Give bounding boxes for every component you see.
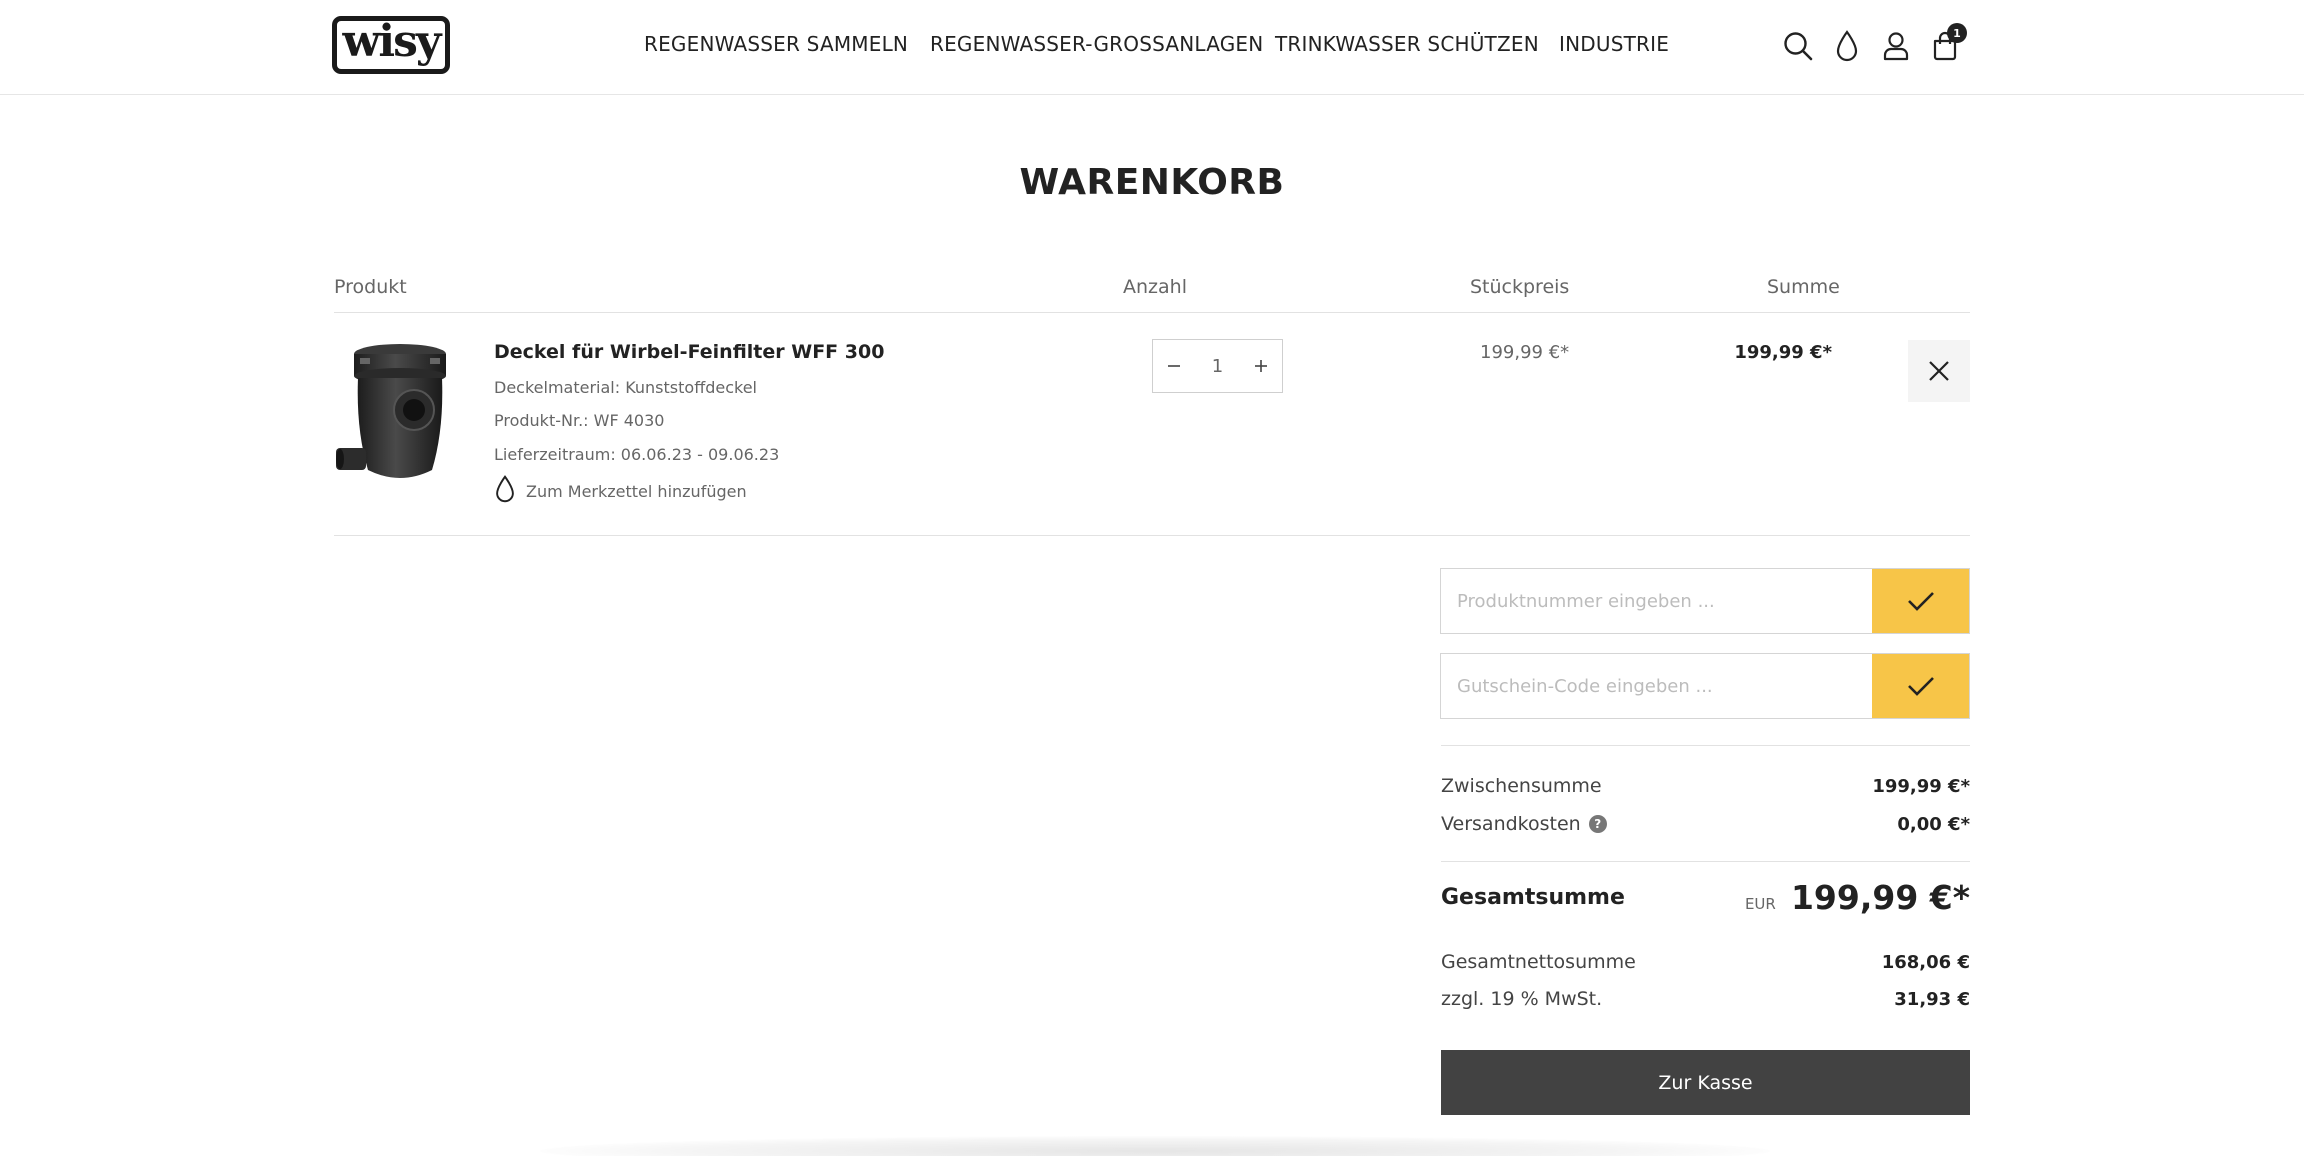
product-number-form <box>1440 568 1970 634</box>
drop-icon[interactable] <box>1829 28 1865 64</box>
product-image[interactable] <box>334 340 462 490</box>
quantity-value[interactable]: 1 <box>1212 356 1223 377</box>
checkmark-icon <box>1907 677 1934 696</box>
line-total: 199,99 €* <box>1734 342 1832 363</box>
voucher-form <box>1440 653 1970 719</box>
product-cover-material: Deckelmaterial: Kunststoffdeckel <box>494 378 757 397</box>
subtotal-label: Zwischensumme <box>1441 775 1602 797</box>
total-label: Gesamtsumme <box>1441 885 1625 910</box>
wisy-logo[interactable]: wisy <box>332 16 450 74</box>
nav-regenwasser-sammeln[interactable]: REGENWASSER SAMMELN <box>644 32 908 56</box>
voucher-submit-button[interactable] <box>1872 654 1969 718</box>
help-icon[interactable]: ? <box>1588 815 1607 833</box>
unit-price: 199,99 €* <box>1480 342 1570 363</box>
checkmark-icon <box>1907 592 1934 611</box>
shipping-label-group: Versandkosten ? <box>1441 813 1607 835</box>
minus-icon <box>1168 365 1180 367</box>
page-title: WARENKORB <box>1019 162 1285 203</box>
cart-count-badge: 1 <box>1947 23 1967 43</box>
quantity-stepper: 1 <box>1152 339 1283 393</box>
search-icon[interactable] <box>1780 28 1816 64</box>
column-header-quantity: Anzahl <box>1123 276 1187 298</box>
product-name-link[interactable]: Deckel für Wirbel-Feinfilter WFF 300 <box>494 341 884 363</box>
shipping-row: Versandkosten ? 0,00 €* <box>1441 813 1970 835</box>
total-row: Gesamtsumme EUR 199,99 €* <box>1441 878 1970 917</box>
close-icon <box>1929 361 1949 381</box>
header-divider <box>334 312 1970 313</box>
quantity-increase-button[interactable] <box>1240 340 1282 392</box>
nav-industrie[interactable]: INDUSTRIE <box>1559 32 1669 56</box>
logo-text: wisy <box>342 16 442 67</box>
nav-regenwasser-grossanlagen[interactable]: REGENWASSER-GROSSANLAGEN <box>930 32 1263 56</box>
shipping-label: Versandkosten <box>1441 813 1581 835</box>
cart-icon[interactable]: 1 <box>1927 23 1967 64</box>
remove-item-button[interactable] <box>1908 340 1970 402</box>
shipping-value: 0,00 €* <box>1897 813 1970 835</box>
column-header-unit-price: Stückpreis <box>1470 276 1570 298</box>
user-icon[interactable] <box>1878 28 1914 64</box>
tax-value: 31,93 € <box>1894 988 1970 1010</box>
drop-icon <box>494 475 516 507</box>
tax-label: zzgl. 19 % MwSt. <box>1441 988 1603 1010</box>
bottom-shadow <box>540 1136 1770 1156</box>
total-value: 199,99 €* <box>1790 878 1970 917</box>
summary-divider-mid <box>1441 861 1970 862</box>
summary-divider-top <box>1441 745 1970 746</box>
net-total-value: 168,06 € <box>1881 951 1970 973</box>
voucher-code-input[interactable] <box>1441 654 1872 718</box>
plus-icon <box>1254 360 1267 372</box>
product-number: Produkt-Nr.: WF 4030 <box>494 411 665 430</box>
delivery-period: Lieferzeitraum: 06.06.23 - 09.06.23 <box>494 445 780 464</box>
add-to-wishlist-link[interactable]: Zum Merkzettel hinzufügen <box>494 475 747 507</box>
net-total-row: Gesamtnettosumme 168,06 € <box>1441 951 1970 973</box>
quantity-decrease-button[interactable] <box>1153 340 1195 392</box>
site-header: wisy REGENWASSER SAMMELN REGENWASSER-GRO… <box>0 0 2304 95</box>
column-header-product: Produkt <box>334 276 407 298</box>
nav-trinkwasser-schuetzen[interactable]: TRINKWASSER SCHÜTZEN <box>1275 32 1539 56</box>
checkout-button[interactable]: Zur Kasse <box>1441 1050 1970 1115</box>
subtotal-value: 199,99 €* <box>1872 775 1970 797</box>
subtotal-row: Zwischensumme 199,99 €* <box>1441 775 1970 797</box>
tax-row: zzgl. 19 % MwSt. 31,93 € <box>1441 988 1970 1010</box>
total-currency: EUR <box>1744 895 1776 913</box>
total-amount-group: EUR 199,99 €* <box>1745 878 1970 917</box>
product-number-input[interactable] <box>1441 569 1872 633</box>
column-header-sum: Summe <box>1767 276 1840 298</box>
add-to-wishlist-label: Zum Merkzettel hinzufügen <box>526 481 747 501</box>
net-total-label: Gesamtnettosumme <box>1441 951 1636 973</box>
item-divider <box>334 535 1970 536</box>
product-number-submit-button[interactable] <box>1872 569 1969 633</box>
